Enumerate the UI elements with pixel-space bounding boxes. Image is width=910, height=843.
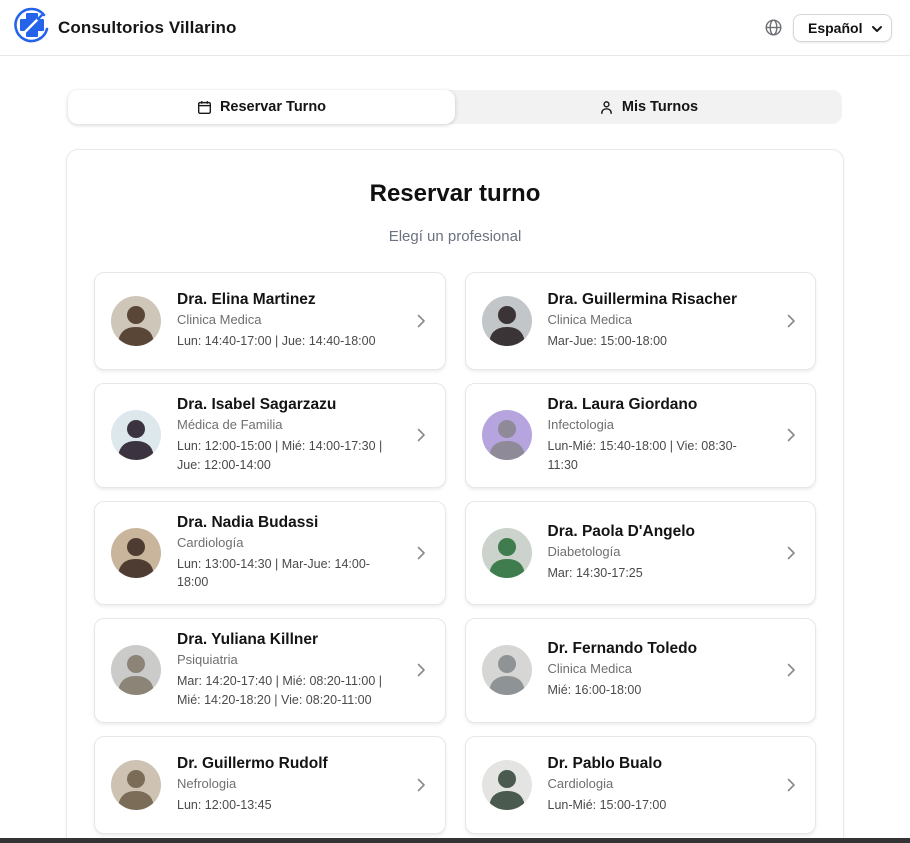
chevron-right-icon [783, 427, 799, 443]
doctor-specialty: Médica de Familia [177, 417, 397, 432]
doctor-name: Dra. Yuliana Killner [177, 631, 397, 649]
doctor-schedule: Mar: 14:30-17:25 [548, 564, 768, 583]
doctor-avatar [482, 296, 532, 346]
doctor-avatar [482, 760, 532, 810]
doctor-specialty: Infectologia [548, 417, 768, 432]
doctor-specialty: Cardiologia [548, 776, 768, 791]
chevron-right-icon [783, 545, 799, 561]
doctors-grid: Dra. Elina Martinez Clinica Medica Lun: … [94, 272, 816, 834]
doctor-name: Dr. Guillermo Rudolf [177, 755, 397, 773]
doctor-card[interactable]: Dra. Isabel Sagarzazu Médica de Familia … [94, 383, 446, 488]
doctor-specialty: Clinica Medica [548, 661, 768, 676]
doctor-avatar [111, 528, 161, 578]
tab-label: Reservar Turno [220, 99, 326, 115]
chevron-right-icon [413, 545, 429, 561]
doctor-specialty: Cardiología [177, 535, 397, 550]
doctor-name: Dra. Paola D'Angelo [548, 523, 768, 541]
language-select[interactable]: Español [793, 14, 892, 42]
chevron-right-icon [413, 662, 429, 678]
doctor-specialty: Clinica Medica [177, 312, 397, 327]
chevron-right-icon [783, 313, 799, 329]
doctor-avatar [111, 410, 161, 460]
doctor-avatar [111, 760, 161, 810]
doctor-card[interactable]: Dra. Elina Martinez Clinica Medica Lun: … [94, 272, 446, 370]
doctor-card[interactable]: Dra. Guillermina Risacher Clinica Medica… [465, 272, 817, 370]
chevron-right-icon [413, 777, 429, 793]
tab-bar: Reservar Turno Mis Turnos [68, 90, 842, 124]
doctor-name: Dr. Fernando Toledo [548, 640, 768, 658]
doctor-specialty: Nefrologia [177, 776, 397, 791]
doctor-avatar [482, 410, 532, 460]
doctor-schedule: Lun: 12:00-13:45 [177, 796, 397, 815]
person-icon [599, 100, 614, 115]
doctor-name: Dra. Elina Martinez [177, 291, 397, 309]
tab-label: Mis Turnos [622, 99, 698, 115]
app-header: Consultorios Villarino Español [0, 0, 910, 56]
bottom-window-edge [0, 838, 910, 843]
doctor-schedule: Lun-Mié: 15:00-17:00 [548, 796, 768, 815]
doctor-name: Dra. Nadia Budassi [177, 514, 397, 532]
globe-icon [764, 18, 783, 37]
doctor-card[interactable]: Dra. Laura Giordano Infectologia Lun-Mié… [465, 383, 817, 488]
doctor-name: Dra. Isabel Sagarzazu [177, 396, 397, 414]
doctor-avatar [111, 645, 161, 695]
language-selector: Español [793, 14, 892, 42]
page-subtitle: Elegí un profesional [94, 228, 816, 245]
calendar-icon [197, 100, 212, 115]
brand-title: Consultorios Villarino [58, 18, 237, 38]
page-title: Reservar turno [94, 180, 816, 208]
chevron-right-icon [413, 313, 429, 329]
doctor-schedule: Lun: 13:00-14:30 | Mar-Jue: 14:00-18:00 [177, 555, 397, 593]
chevron-right-icon [783, 777, 799, 793]
doctor-name: Dr. Pablo Bualo [548, 755, 768, 773]
doctor-schedule: Mié: 16:00-18:00 [548, 681, 768, 700]
doctor-avatar [111, 296, 161, 346]
clinic-logo-icon [14, 7, 50, 48]
doctor-card[interactable]: Dr. Guillermo Rudolf Nefrologia Lun: 12:… [94, 736, 446, 834]
doctor-schedule: Lun: 12:00-15:00 | Mié: 14:00-17:30 | Ju… [177, 437, 397, 475]
doctor-schedule: Lun: 14:40-17:00 | Jue: 14:40-18:00 [177, 332, 397, 351]
brand: Consultorios Villarino [14, 7, 237, 48]
doctor-specialty: Clinica Medica [548, 312, 768, 327]
doctor-schedule: Mar: 14:20-17:40 | Mié: 08:20-11:00 | Mi… [177, 672, 397, 710]
doctor-avatar [482, 528, 532, 578]
tab-mis-turnos[interactable]: Mis Turnos [455, 90, 842, 124]
doctor-specialty: Diabetología [548, 544, 768, 559]
doctor-schedule: Lun-Mié: 15:40-18:00 | Vie: 08:30-11:30 [548, 437, 768, 475]
booking-panel: Reservar turno Elegí un profesional Dra.… [66, 149, 844, 843]
doctor-specialty: Psiquiatria [177, 652, 397, 667]
tab-reservar-turno[interactable]: Reservar Turno [68, 90, 455, 124]
doctor-name: Dra. Guillermina Risacher [548, 291, 768, 309]
doctor-card[interactable]: Dra. Yuliana Killner Psiquiatria Mar: 14… [94, 618, 446, 723]
doctor-name: Dra. Laura Giordano [548, 396, 768, 414]
chevron-right-icon [413, 427, 429, 443]
doctor-card[interactable]: Dra. Nadia Budassi Cardiología Lun: 13:0… [94, 501, 446, 606]
doctor-schedule: Mar-Jue: 15:00-18:00 [548, 332, 768, 351]
chevron-right-icon [783, 662, 799, 678]
doctor-card[interactable]: Dra. Paola D'Angelo Diabetología Mar: 14… [465, 501, 817, 606]
doctor-card[interactable]: Dr. Fernando Toledo Clinica Medica Mié: … [465, 618, 817, 723]
doctor-card[interactable]: Dr. Pablo Bualo Cardiologia Lun-Mié: 15:… [465, 736, 817, 834]
doctor-avatar [482, 645, 532, 695]
